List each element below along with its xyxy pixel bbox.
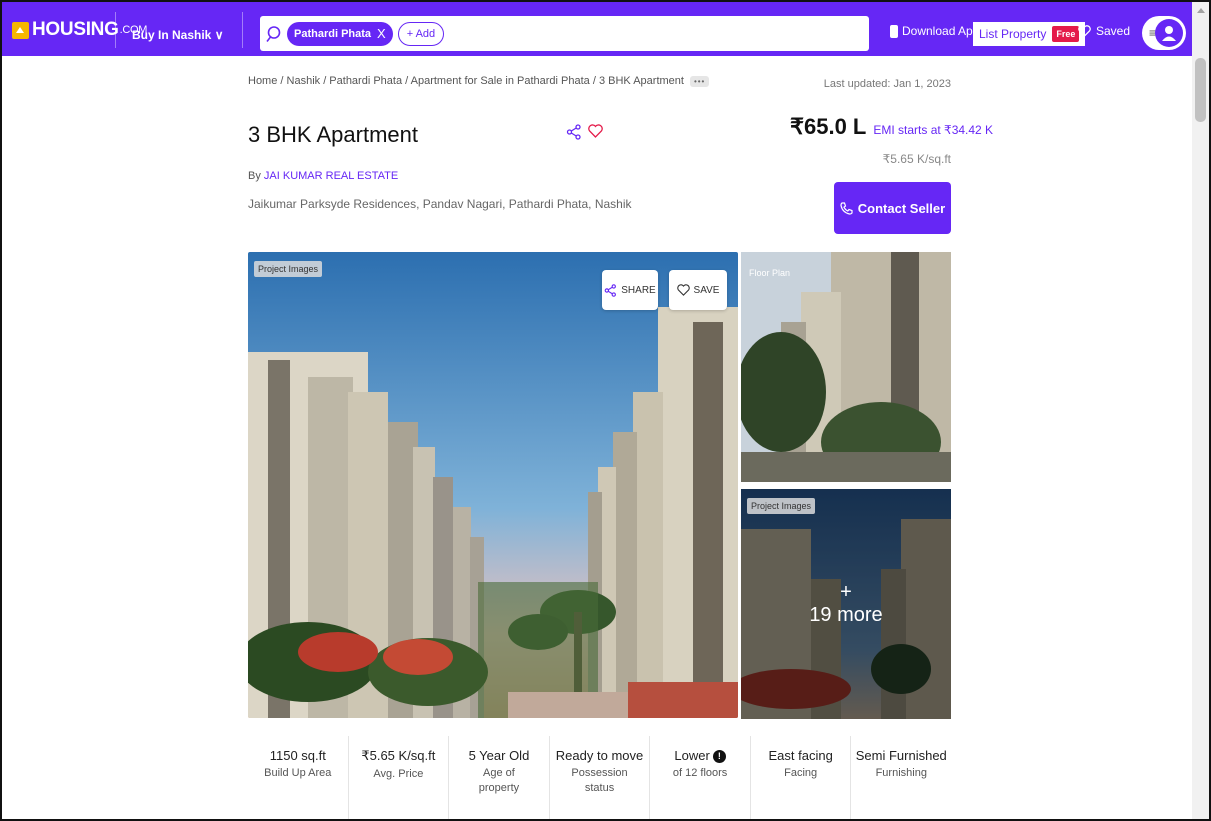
spec-value: East facing	[768, 748, 833, 763]
share-icon[interactable]	[566, 124, 582, 140]
floor-plan-photo	[741, 252, 951, 482]
project-images-tag: Project Images	[254, 261, 323, 277]
download-app-label: Download App	[902, 24, 980, 38]
location-chip-label: Pathardi Phata	[294, 27, 372, 40]
heart-icon[interactable]	[588, 124, 603, 138]
divider	[242, 12, 243, 48]
home-logo-icon	[12, 21, 29, 39]
location-chip[interactable]: Pathardi Phata X	[287, 21, 393, 46]
add-location-button[interactable]: + Add	[397, 21, 445, 46]
spec-furnishing: Semi Furnished Furnishing	[851, 736, 951, 821]
saved-label: Saved	[1096, 24, 1131, 38]
contact-seller-label: Contact Seller	[857, 200, 946, 216]
phone-icon	[890, 24, 898, 38]
breadcrumb-more-button[interactable]: •••	[689, 75, 710, 87]
share-label: SHARE	[621, 284, 656, 296]
saved-button[interactable]: Saved	[1078, 24, 1130, 38]
user-icon	[1162, 26, 1176, 41]
breadcrumb-path[interactable]: Home / Nashik / Pathardi Phata / Apartme…	[248, 75, 684, 87]
share-button[interactable]: SHARE	[602, 270, 658, 310]
breadcrumb[interactable]: Home / Nashik / Pathardi Phata / Apartme…	[248, 75, 710, 87]
spec-label: Furnishing	[875, 767, 927, 779]
spec-label: of 12 floors	[672, 767, 728, 779]
list-property-button[interactable]: List Property Free	[973, 22, 1086, 46]
search-icon	[266, 25, 281, 42]
seller-link[interactable]: JAI KUMAR REAL ESTATE	[264, 170, 398, 182]
price: ₹65.0 L	[790, 114, 867, 139]
spec-value: Semi Furnished	[855, 748, 947, 763]
phone-call-icon	[840, 201, 853, 215]
contact-seller-button[interactable]: Contact Seller	[834, 182, 951, 234]
price-block: ₹65.0 L EMI starts at ₹34.42 K	[790, 114, 993, 140]
download-app-button[interactable]: Download App	[890, 24, 979, 38]
spec-value: Ready to move	[555, 748, 644, 763]
city-dropdown[interactable]: Buy In Nashik ∨	[132, 28, 223, 42]
page-title: 3 BHK Apartment	[248, 122, 418, 147]
info-icon[interactable]: !	[712, 750, 726, 763]
plus-icon: +	[840, 580, 852, 603]
spec-value: Lower	[674, 748, 710, 763]
apartment-photo	[248, 252, 738, 718]
title-actions	[566, 124, 603, 140]
spec-label: Facing	[784, 767, 818, 779]
save-label: SAVE	[693, 284, 720, 296]
spec-possession: Ready to move Possession status	[550, 736, 651, 821]
heart-icon	[676, 284, 690, 296]
by-prefix: By	[248, 170, 261, 182]
list-property-label: List Property	[979, 27, 1047, 41]
spec-floor-value: Lower!	[650, 748, 750, 763]
close-icon[interactable]: X	[377, 26, 386, 41]
property-specs: 1150 sq.ft Build Up Area ₹5.65 K/sq.ft A…	[248, 736, 951, 821]
emi-link[interactable]: EMI starts at ₹34.42 K	[873, 123, 993, 137]
divider	[115, 12, 116, 48]
last-updated: Last updated: Jan 1, 2023	[823, 78, 951, 90]
search-bar[interactable]: Pathardi Phata X + Add	[260, 16, 869, 51]
floor-plan-thumbnail[interactable]: Floor Plan	[741, 252, 951, 482]
spec-avg-price: ₹5.65 K/sq.ft Avg. Price	[349, 736, 450, 821]
spec-label: Build Up Area	[264, 767, 332, 779]
logo-text: HOUSING	[32, 19, 119, 40]
scroll-up-arrow-icon[interactable]	[1197, 8, 1205, 13]
seller-line: By JAI KUMAR REAL ESTATE	[248, 170, 398, 182]
floor-plan-tag: Floor Plan	[749, 268, 791, 278]
housing-logo[interactable]: HOUSING .COM	[12, 19, 147, 41]
spec-floor: Lower! of 12 floors	[650, 736, 751, 821]
spec-value: 5 Year Old	[468, 748, 530, 763]
spec-value: 1150 sq.ft	[269, 748, 326, 763]
spec-facing: East facing Facing	[751, 736, 852, 821]
more-images-count: 19 more	[809, 603, 883, 626]
menu-button[interactable]: ≡	[1142, 16, 1186, 50]
spec-label: Avg. Price	[373, 768, 424, 780]
spec-value: ₹5.65 K/sq.ft	[361, 748, 436, 763]
spec-label: Age of property	[478, 767, 520, 794]
top-navbar: HOUSING .COM Buy In Nashik ∨ Pathardi Ph…	[0, 0, 1211, 56]
address: Jaikumar Parksyde Residences, Pandav Nag…	[248, 197, 632, 211]
heart-icon	[1078, 25, 1091, 37]
main-gallery-image[interactable]: Project Images	[248, 252, 738, 718]
scrollbar[interactable]	[1192, 2, 1209, 821]
spec-age: 5 Year Old Age of property	[449, 736, 550, 821]
price-per-sqft: ₹5.65 K/sq.ft	[882, 152, 951, 166]
save-button[interactable]: SAVE	[669, 270, 727, 310]
free-badge: Free	[1052, 26, 1080, 42]
more-images-thumbnail[interactable]: Project Images + 19 more	[741, 489, 951, 719]
scrollbar-thumb[interactable]	[1195, 58, 1206, 122]
share-icon	[604, 283, 617, 297]
avatar	[1155, 19, 1183, 47]
spec-build-up-area: 1150 sq.ft Build Up Area	[248, 736, 349, 821]
spec-label: Possession status	[571, 767, 628, 794]
more-images-overlay[interactable]: + 19 more	[741, 489, 951, 719]
